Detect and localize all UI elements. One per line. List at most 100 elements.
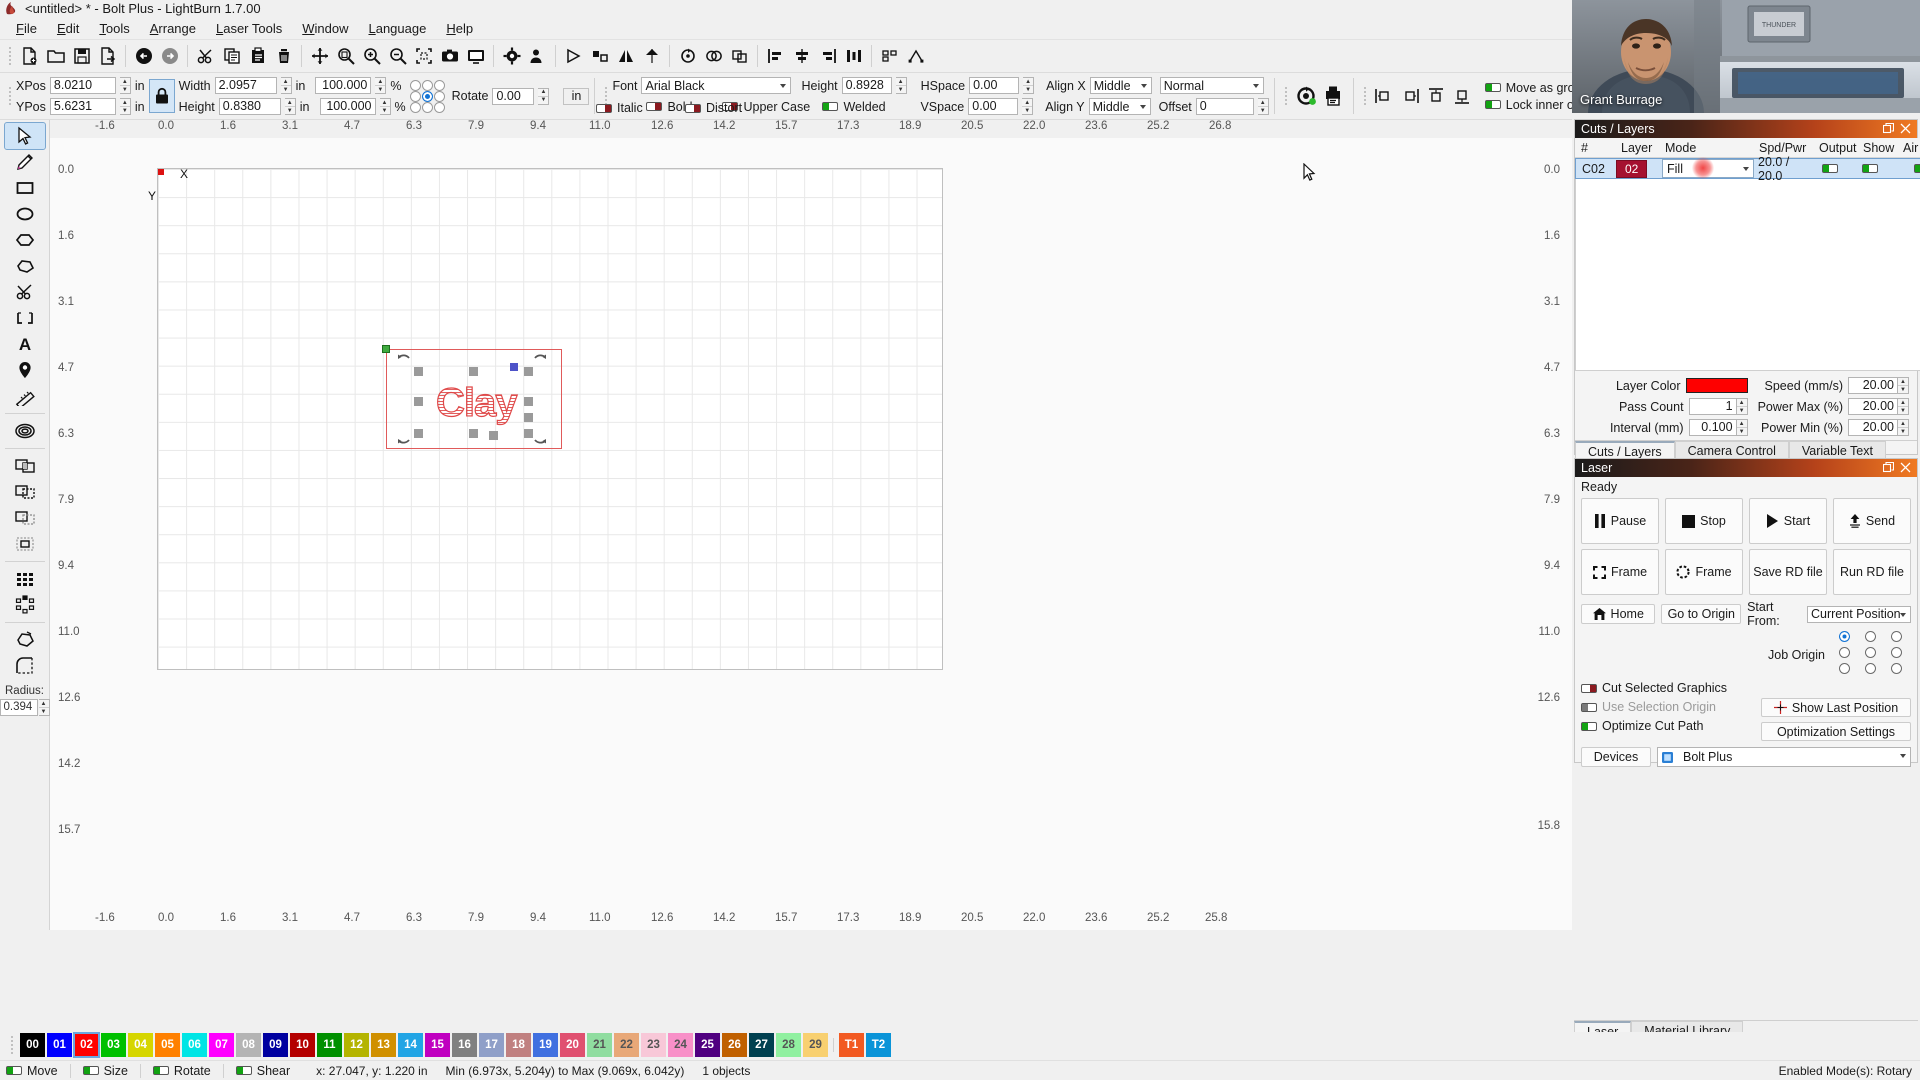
weld-icon[interactable] [701, 43, 726, 69]
send-button[interactable]: Send [1833, 498, 1911, 544]
boolean-subtract-tool[interactable] [5, 479, 45, 505]
anchor-bottom-left[interactable] [409, 101, 421, 113]
height-input[interactable]: 0.8380 [218, 98, 281, 115]
start-from-select[interactable]: Current Position [1807, 605, 1911, 623]
palette-swatch-20[interactable]: 20 [560, 1033, 585, 1057]
align-left-icon[interactable] [763, 43, 788, 69]
start-button[interactable]: Start [1749, 498, 1827, 544]
propbar-grip[interactable] [7, 83, 13, 109]
cut-selected-graphics-toggle[interactable]: Cut Selected Graphics [1581, 681, 1753, 695]
zoom-selection-icon[interactable] [411, 43, 436, 69]
export-icon[interactable] [95, 43, 120, 69]
rotate-icon[interactable] [675, 43, 700, 69]
palette-swatch-15[interactable]: 15 [425, 1033, 450, 1057]
text-node-handle[interactable] [510, 363, 518, 371]
rotate-handle-bottom-left[interactable] [396, 429, 412, 445]
resize-handle-top-center[interactable] [469, 367, 478, 376]
job-origin-bottom-left[interactable] [1838, 663, 1850, 674]
palette-swatch-10[interactable]: 10 [290, 1033, 315, 1057]
anchor-point-selector[interactable] [409, 79, 446, 113]
radius-input[interactable]: 0.394 [0, 699, 38, 716]
anchor-top-right[interactable] [433, 79, 445, 91]
undo-icon[interactable] [131, 43, 156, 69]
palette-grip[interactable] [9, 1032, 15, 1058]
frame-square-button[interactable]: Frame [1581, 549, 1659, 595]
move-toggle[interactable]: Move [6, 1064, 58, 1078]
resize-handle-middle-right[interactable] [524, 397, 533, 406]
align-y-select[interactable]: Middle [1088, 98, 1151, 115]
distort-toggle[interactable]: Distort [685, 99, 742, 117]
palette-swatch-05[interactable]: 05 [155, 1033, 180, 1057]
palette-swatch-18[interactable]: 18 [506, 1033, 531, 1057]
vertical-ruler[interactable]: 0.0 1.6 3.1 4.7 6.3 7.9 9.4 11.0 12.6 14… [50, 120, 90, 930]
width-percent-input[interactable]: 100.000 [315, 77, 372, 94]
job-origin-top-left[interactable] [1838, 631, 1850, 642]
power-max-input[interactable]: 20.00 [1848, 398, 1898, 415]
measure-tool[interactable] [5, 383, 45, 409]
layers-empty-area[interactable] [1575, 179, 1920, 371]
anchor-middle-center[interactable] [421, 90, 433, 102]
optimize-cut-path-toggle[interactable]: Optimize Cut Path [1581, 719, 1753, 733]
device-settings-icon[interactable] [525, 43, 550, 69]
menu-help[interactable]: Help [436, 19, 483, 38]
job-origin-middle-right[interactable] [1890, 647, 1902, 658]
rotate-switch[interactable] [152, 1066, 169, 1075]
move-switch[interactable] [6, 1066, 22, 1075]
zoom-in-icon[interactable] [359, 43, 384, 69]
radius-fillet-tool[interactable] [5, 653, 45, 679]
text-height-input[interactable]: 0.8928 [841, 77, 892, 94]
palette-swatch-11[interactable]: 11 [317, 1033, 342, 1057]
offset-input[interactable]: 0 [1195, 98, 1254, 115]
node-edit-tool[interactable] [5, 627, 45, 653]
palette-swatch-21[interactable]: 21 [587, 1033, 612, 1057]
palette-swatch-23[interactable]: 23 [641, 1033, 666, 1057]
distribute-icon[interactable] [841, 43, 866, 69]
design-canvas[interactable]: -1.6 0.0 1.6 3.1 4.7 6.3 7.9 9.4 11.0 12… [50, 120, 1572, 930]
ungroup-icon[interactable] [587, 43, 612, 69]
palette-swatch-07[interactable]: 07 [209, 1033, 234, 1057]
toolbar-grip[interactable] [7, 43, 13, 69]
units-button[interactable]: in [563, 87, 590, 105]
italic-toggle[interactable]: Italic [596, 99, 643, 117]
palette-swatch-09[interactable]: 09 [263, 1033, 288, 1057]
palette-swatch-08[interactable]: 08 [236, 1033, 261, 1057]
laser-float-panel-icon[interactable] [1882, 461, 1895, 475]
xpos-spinner[interactable]: ▲ ▼ [119, 77, 131, 94]
resize-handle-middle-left[interactable] [414, 397, 423, 406]
job-origin-top-right[interactable] [1890, 631, 1902, 642]
zoom-to-fit-icon[interactable] [333, 43, 358, 69]
ypos-input[interactable]: 5.6231 [49, 98, 116, 115]
close-icon[interactable] [1900, 123, 1911, 136]
show-last-position-button[interactable]: Show Last Position [1761, 698, 1911, 717]
cut-selected-graphics-switch[interactable] [1581, 683, 1597, 693]
align-right-icon[interactable] [815, 43, 840, 69]
text-height-spinner[interactable]: ▲ ▼ [895, 77, 907, 94]
new-file-icon[interactable] [17, 43, 42, 69]
palette-swatch-12[interactable]: 12 [344, 1033, 369, 1057]
align-objects-right-icon[interactable] [1397, 81, 1423, 111]
resize-handle-bottom-center[interactable] [469, 429, 478, 438]
hspace-spinner[interactable]: ▲ ▼ [1023, 77, 1035, 94]
palette-swatch-01[interactable]: 01 [47, 1033, 72, 1057]
menu-window[interactable]: Window [292, 19, 358, 38]
show-toggle[interactable] [1862, 164, 1878, 173]
devices-button[interactable]: Devices [1581, 747, 1651, 767]
align-x-select[interactable]: Middle [1089, 77, 1152, 94]
rotate-handle-top-left[interactable] [396, 353, 412, 369]
size-switch[interactable] [82, 1066, 99, 1075]
work-area[interactable]: X Y Clay Clay [148, 167, 943, 670]
optimization-settings-button[interactable]: Optimization Settings [1761, 722, 1911, 741]
width-input[interactable]: 2.0957 [214, 77, 277, 94]
select-tool[interactable] [3, 122, 46, 150]
palette-swatch-19[interactable]: 19 [533, 1033, 558, 1057]
palette-swatch-14[interactable]: 14 [398, 1033, 423, 1057]
device-select[interactable]: Bolt Plus [1657, 747, 1911, 767]
optimize-cut-path-switch[interactable] [1581, 721, 1597, 731]
anchor-middle-right[interactable] [433, 90, 445, 102]
job-origin-bottom-right[interactable] [1890, 663, 1902, 674]
offset-rings-tool[interactable] [5, 418, 45, 444]
rotate-input[interactable]: 0.00 [492, 87, 535, 105]
mask-tool[interactable] [5, 305, 45, 331]
grid-array-tool[interactable] [5, 566, 45, 592]
right-group-grip[interactable] [1283, 83, 1289, 109]
